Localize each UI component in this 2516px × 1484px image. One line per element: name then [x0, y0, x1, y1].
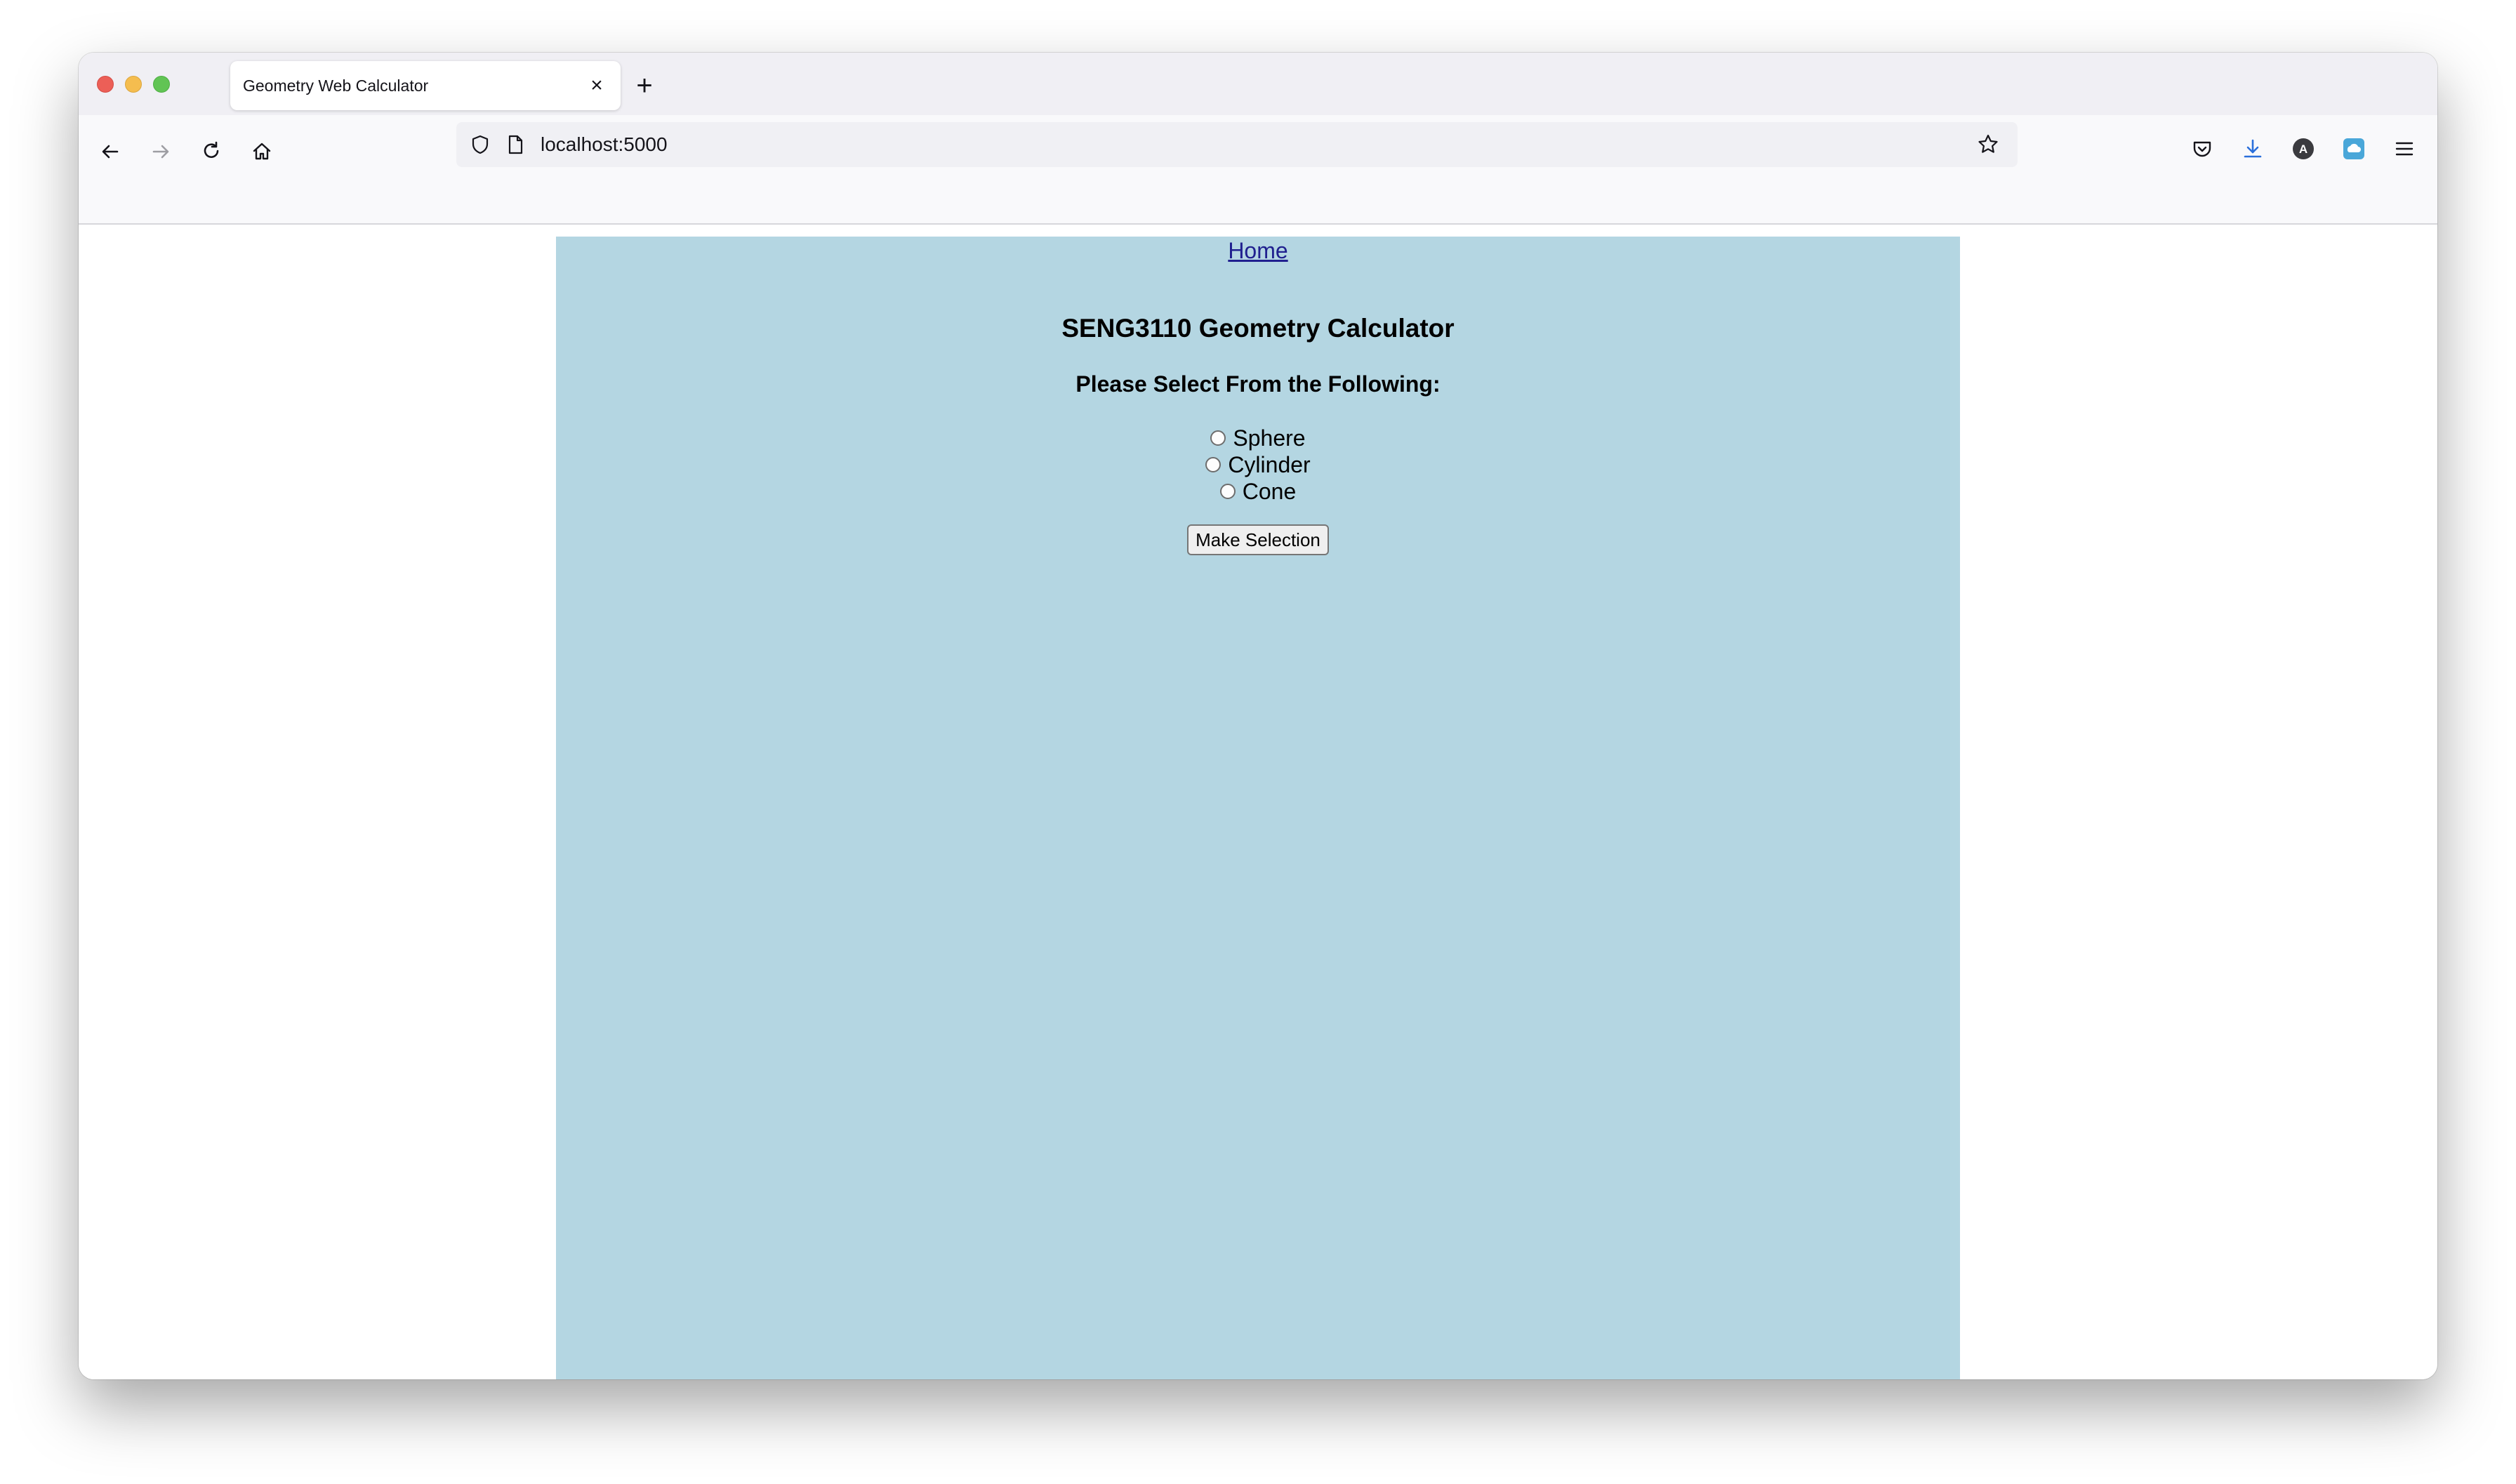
account-avatar-icon[interactable]: A: [2288, 133, 2319, 164]
url-text[interactable]: localhost:5000: [541, 122, 668, 167]
forward-icon[interactable]: [143, 133, 179, 170]
option-sphere[interactable]: Sphere: [556, 425, 1960, 451]
home-link[interactable]: Home: [1228, 237, 1287, 265]
window-zoom-button[interactable]: [153, 76, 170, 93]
calculator-panel: Home SENG3110 Geometry Calculator Please…: [556, 237, 1960, 1379]
tab-strip: Geometry Web Calculator × +: [79, 53, 2437, 115]
shield-icon[interactable]: [466, 131, 494, 159]
tab-close-icon[interactable]: ×: [584, 73, 609, 98]
menu-icon[interactable]: [2389, 133, 2420, 164]
reload-icon[interactable]: [193, 133, 230, 170]
window-minimize-button[interactable]: [125, 76, 142, 93]
downloads-icon[interactable]: [2237, 133, 2268, 164]
navigation-toolbar: localhost:5000 A: [79, 115, 2437, 225]
browser-tab[interactable]: Geometry Web Calculator ×: [230, 61, 621, 110]
cylinder-radio[interactable]: [1205, 457, 1221, 472]
address-bar[interactable]: localhost:5000: [456, 122, 2018, 167]
extension-icon[interactable]: [2338, 133, 2369, 164]
cylinder-label[interactable]: Cylinder: [1228, 451, 1310, 478]
svg-text:A: A: [2299, 143, 2308, 156]
make-selection-button[interactable]: Make Selection: [1187, 524, 1329, 555]
bookmark-star-icon[interactable]: [1974, 131, 2002, 159]
sphere-radio[interactable]: [1210, 430, 1226, 446]
option-cylinder[interactable]: Cylinder: [556, 451, 1960, 478]
selection-prompt: Please Select From the Following:: [1075, 371, 1441, 397]
cone-radio[interactable]: [1219, 484, 1236, 499]
shape-options: Sphere Cylinder Cone: [556, 425, 1960, 505]
page-icon[interactable]: [501, 131, 529, 159]
sphere-label[interactable]: Sphere: [1233, 425, 1305, 451]
browser-window: Geometry Web Calculator × + localhost:50…: [79, 53, 2437, 1379]
window-close-button[interactable]: [97, 76, 114, 93]
tab-title: Geometry Web Calculator: [243, 77, 429, 95]
back-icon[interactable]: [92, 133, 128, 170]
page-viewport: Home SENG3110 Geometry Calculator Please…: [79, 225, 2437, 1379]
home-icon[interactable]: [244, 133, 280, 170]
page-title: SENG3110 Geometry Calculator: [1061, 314, 1455, 343]
cone-label[interactable]: Cone: [1243, 478, 1297, 505]
option-cone[interactable]: Cone: [556, 478, 1960, 505]
pocket-icon[interactable]: [2187, 133, 2218, 164]
new-tab-button[interactable]: +: [630, 72, 658, 100]
